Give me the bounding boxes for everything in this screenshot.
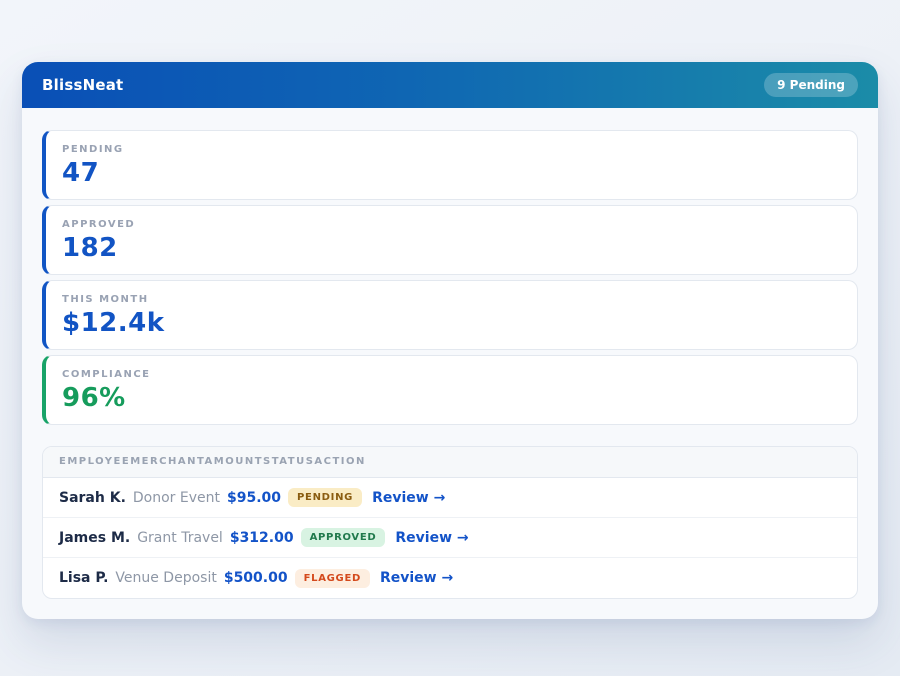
dashboard-body: PENDING 47 APPROVED 182 THIS MONTH $12.4… xyxy=(22,108,878,619)
stat-label: PENDING xyxy=(62,144,841,155)
stat-card-approved: APPROVED 182 xyxy=(42,205,858,275)
expense-amount: $312.00 xyxy=(230,530,294,546)
expense-amount: $500.00 xyxy=(224,570,288,586)
stat-value: 182 xyxy=(62,234,841,263)
column-header-employee: EMPLOYEE xyxy=(59,456,130,467)
column-header-merchant: MERCHANT xyxy=(130,456,204,467)
merchant-name: Grant Travel xyxy=(137,530,223,546)
expense-dashboard-card: BlissNeat 9 Pending PENDING 47 APPROVED … xyxy=(22,62,878,619)
table-header-row: EMPLOYEEMERCHANTAMOUNTSTATUSACTION xyxy=(43,447,857,478)
employee-name: Lisa P. xyxy=(59,570,108,586)
table-row: Sarah K. Donor Event $95.00 PENDING Revi… xyxy=(43,478,857,518)
stat-value: 96% xyxy=(62,384,841,413)
status-badge: FLAGGED xyxy=(295,569,370,588)
employee-name: Sarah K. xyxy=(59,490,126,506)
stat-value: 47 xyxy=(62,159,841,188)
expense-amount: $95.00 xyxy=(227,490,281,506)
review-link[interactable]: Review → xyxy=(372,490,445,506)
review-link[interactable]: Review → xyxy=(380,570,453,586)
status-badge: APPROVED xyxy=(301,528,386,547)
status-badge: PENDING xyxy=(288,488,362,507)
stat-label: COMPLIANCE xyxy=(62,369,841,380)
table-row: James M. Grant Travel $312.00 APPROVED R… xyxy=(43,518,857,558)
stat-card-compliance: COMPLIANCE 96% xyxy=(42,355,858,425)
stat-card-this-month: THIS MONTH $12.4k xyxy=(42,280,858,350)
stat-value: $12.4k xyxy=(62,309,841,338)
stat-label: THIS MONTH xyxy=(62,294,841,305)
stat-label: APPROVED xyxy=(62,219,841,230)
column-header-action: ACTION xyxy=(314,456,366,467)
merchant-name: Donor Event xyxy=(133,490,220,506)
pending-count-badge: 9 Pending xyxy=(764,73,858,97)
column-header-status: STATUS xyxy=(263,456,314,467)
table-row: Lisa P. Venue Deposit $500.00 FLAGGED Re… xyxy=(43,558,857,598)
expenses-table: EMPLOYEEMERCHANTAMOUNTSTATUSACTION Sarah… xyxy=(42,446,858,599)
review-link[interactable]: Review → xyxy=(395,530,468,546)
column-header-amount: AMOUNT xyxy=(205,456,264,467)
merchant-name: Venue Deposit xyxy=(115,570,216,586)
employee-name: James M. xyxy=(59,530,130,546)
stat-card-pending: PENDING 47 xyxy=(42,130,858,200)
app-title: BlissNeat xyxy=(42,76,123,94)
app-header: BlissNeat 9 Pending xyxy=(22,62,878,108)
